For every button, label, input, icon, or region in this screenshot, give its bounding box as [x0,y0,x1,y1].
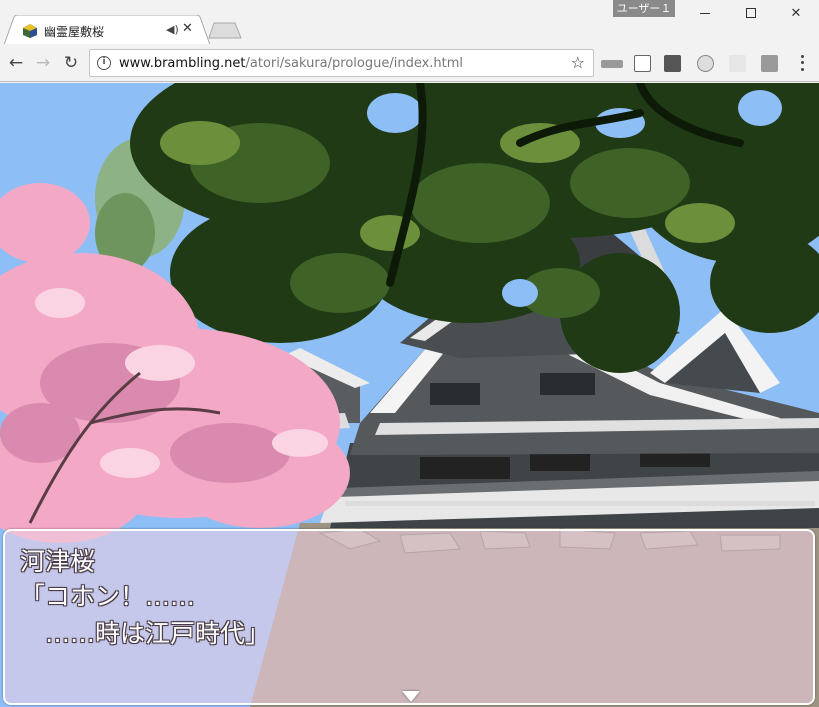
arrow-left-icon: ← [8,53,24,73]
reload-button[interactable]: ↻ [60,52,82,74]
menu-dot [800,61,804,65]
info-icon[interactable]: i [97,56,111,70]
close-icon: ✕ [790,5,802,21]
download-extension-icon[interactable] [664,55,681,72]
extension-icon[interactable] [601,60,623,68]
maximize-icon [746,8,756,18]
minimize-button[interactable] [682,0,728,26]
maximize-button[interactable] [728,0,774,26]
tab-close-button[interactable]: ✕ [182,21,193,36]
browser-toolbar: ← → ↻ i www.brambling.net/atori/sakura/p… [0,44,819,82]
reload-icon: ↻ [63,53,79,73]
speaker-icon[interactable]: ◀) [166,23,179,36]
back-button[interactable]: ← [5,52,27,74]
dialogue-line: 「コホン！…… [20,582,196,611]
tab-title: 幽霊屋敷桜 [44,25,105,39]
user-profile-badge[interactable]: ユーザー１ [613,0,675,17]
adobe-extension-icon[interactable] [761,55,778,72]
url-path: /atori/sakura/prologue/index.html [245,56,464,71]
next-page-arrow-icon[interactable] [402,691,420,702]
browser-menu-button[interactable] [796,53,808,73]
speaker-name: 河津桜 [20,547,96,576]
globe-extension-icon[interactable] [697,55,714,72]
url-host: www.brambling.net [119,56,246,71]
browser-tab[interactable]: 幽霊屋敷桜 ◀) ✕ [4,15,212,45]
menu-dot [800,54,804,58]
new-tab-button[interactable] [208,22,242,39]
message-window[interactable]: 河津桜 「コホン！…… ……時は江戸時代」 [3,529,815,705]
address-bar[interactable]: i www.brambling.net/atori/sakura/prologu… [89,49,594,77]
dialogue-line: ……時は江戸時代」 [20,619,271,648]
game-canvas[interactable]: 河津桜 「コホン！…… ……時は江戸時代」 [0,83,819,707]
url-text[interactable]: www.brambling.net/atori/sakura/prologue/… [119,56,463,71]
bookmark-star-icon[interactable]: ☆ [571,53,585,72]
window-titlebar: ユーザー１ ✕ 幽霊屋敷桜 ◀) ✕ [0,0,819,45]
window-close-button[interactable]: ✕ [773,0,819,26]
extension-icon[interactable] [729,55,746,72]
site-favicon-icon [23,24,37,38]
menu-dot [800,68,804,72]
minimize-icon [700,12,710,14]
forward-button[interactable]: → [32,52,54,74]
pdf-extension-icon[interactable] [634,55,651,72]
arrow-right-icon: → [35,53,51,73]
